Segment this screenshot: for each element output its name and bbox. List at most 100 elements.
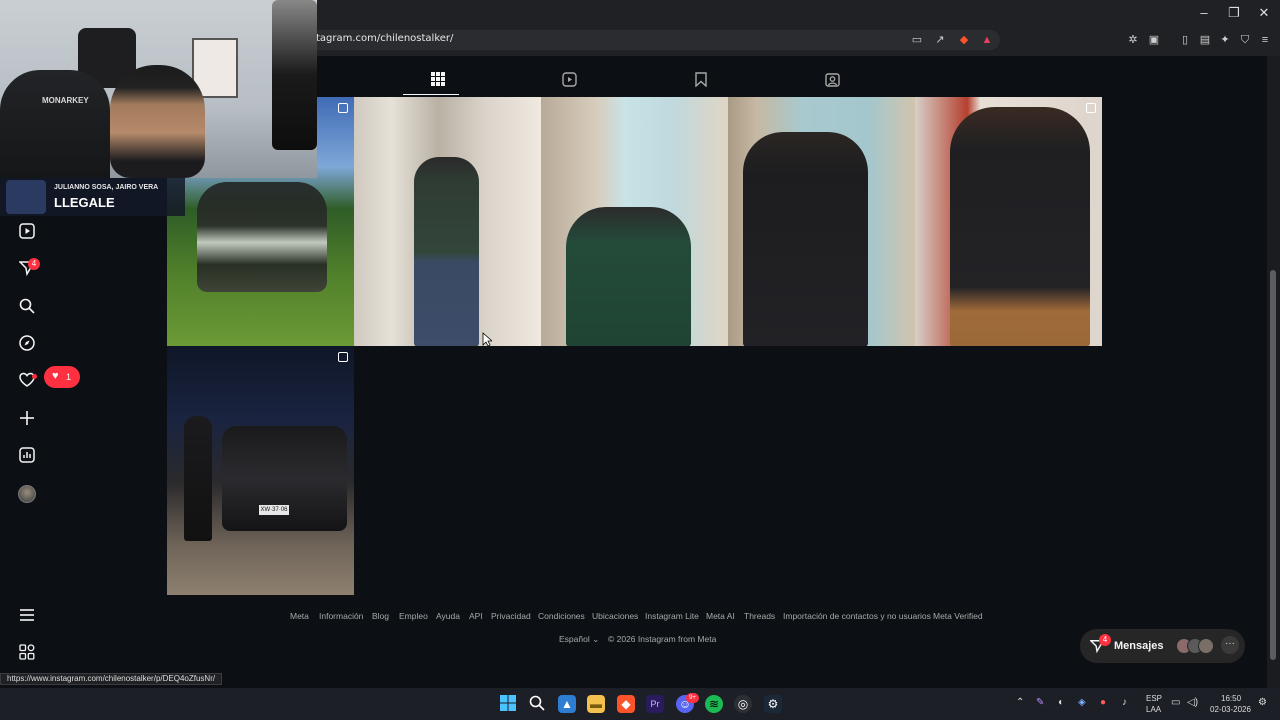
footer-link-blog[interactable]: Blog xyxy=(372,611,389,621)
start-button[interactable] xyxy=(499,695,517,713)
app-icon[interactable]: ◎ xyxy=(734,695,752,713)
chair-brand: MONARKEY xyxy=(42,96,89,105)
likes-popup[interactable]: ♥ 1 xyxy=(44,366,80,388)
sidebar-search[interactable] xyxy=(18,298,36,316)
share-icon[interactable]: ↗ xyxy=(933,33,947,47)
footer-link-meta-verified[interactable]: Meta Verified xyxy=(933,611,983,621)
brave-browser-icon[interactable]: ◆ xyxy=(617,695,635,713)
search-icon xyxy=(19,298,35,314)
person xyxy=(184,416,212,541)
settings-icon[interactable]: ⚙ xyxy=(1258,697,1267,708)
post-mirror-selfie-4[interactable] xyxy=(915,97,1102,346)
sidebar-dashboard[interactable] xyxy=(18,447,36,465)
footer-link-ubicaciones[interactable]: Ubicaciones xyxy=(592,611,638,621)
brave-rewards-icon[interactable]: ▲ xyxy=(980,33,994,47)
more-options-icon[interactable]: ··· xyxy=(1221,636,1239,654)
sidebar-create[interactable] xyxy=(18,410,36,428)
hamburger-menu-icon xyxy=(20,609,34,621)
pen-icon[interactable]: ✎ xyxy=(1036,697,1044,708)
language-selector[interactable]: Español ⌄ xyxy=(559,634,599,645)
extension-icon[interactable]: ▣ xyxy=(1147,33,1161,47)
streamer xyxy=(110,65,205,178)
sidebar-reels[interactable] xyxy=(18,223,36,241)
alert-names: JULIANNO SOSA, JAIRO VERA xyxy=(54,184,159,191)
search-icon xyxy=(529,695,545,711)
menu-icon[interactable]: ≡ xyxy=(1258,33,1272,47)
taskbar xyxy=(0,688,1280,720)
notification-dot xyxy=(32,374,37,379)
wallet-icon[interactable]: ▤ xyxy=(1198,33,1212,47)
extensions-icon[interactable]: ✲ xyxy=(1126,33,1140,47)
clock-time[interactable]: 16:50 xyxy=(1221,694,1241,703)
clock-date[interactable]: 02-03-2026 xyxy=(1210,705,1251,714)
close-window-button[interactable]: ✕ xyxy=(1249,4,1279,22)
footer-link-instagram-lite[interactable]: Instagram Lite xyxy=(645,611,699,621)
cast-icon[interactable]: ▭ xyxy=(910,33,924,47)
tab-tagged[interactable] xyxy=(824,72,840,88)
footer-link-meta[interactable]: Meta xyxy=(290,611,309,621)
premiere-pro-icon[interactable]: Pr xyxy=(646,695,664,713)
footer-link-informacion[interactable]: Información xyxy=(319,611,363,621)
alert-overlay: JULIANNO SOSA, JAIRO VERA LLEGALE xyxy=(0,178,185,216)
photos-app-icon[interactable]: ▲ xyxy=(558,695,576,713)
post-mirror-selfie-3[interactable] xyxy=(728,97,915,346)
volume-icon[interactable]: ◁) xyxy=(1187,697,1198,708)
car xyxy=(222,426,347,531)
post-mirror-selfie-2[interactable] xyxy=(541,97,728,346)
vpn-icon[interactable]: ⛉ xyxy=(1238,33,1252,47)
brave-shield-icon[interactable]: ◆ xyxy=(957,33,971,47)
input-language-top[interactable]: ESP xyxy=(1146,694,1162,703)
network-icon[interactable]: ▭ xyxy=(1171,697,1180,708)
mouse-cursor xyxy=(482,332,492,347)
footer-link-ayuda[interactable]: Ayuda xyxy=(436,611,460,621)
sidebar-explore[interactable] xyxy=(18,335,36,353)
alert-message: LLEGALE xyxy=(54,195,115,210)
tab-reels[interactable] xyxy=(561,72,577,88)
reels-icon xyxy=(561,72,577,87)
multiple-photos-icon xyxy=(338,103,348,113)
language-label: Español xyxy=(559,634,590,644)
tab-posts-grid[interactable] xyxy=(430,72,446,88)
microphone-icon[interactable]: ♪ xyxy=(1122,697,1127,708)
sidebar-more[interactable] xyxy=(18,607,36,625)
footer-link-api[interactable]: API xyxy=(469,611,483,621)
headphones-icon[interactable]: ◖ xyxy=(1057,697,1063,708)
leo-ai-icon[interactable]: ✦ xyxy=(1218,33,1232,47)
footer-link-empleo[interactable]: Empleo xyxy=(399,611,428,621)
status-bar-url: https://www.instagram.com/chilenostalker… xyxy=(0,673,223,685)
sidebar-also-from-meta[interactable] xyxy=(18,644,36,662)
steam-icon[interactable]: ⚙ xyxy=(764,695,782,713)
footer-link-contact-import[interactable]: Importación de contactos y no usuarios xyxy=(783,611,931,621)
footer-link-meta-ai[interactable]: Meta AI xyxy=(706,611,735,621)
notifications-badge: 4 xyxy=(28,258,40,270)
messages-pill[interactable]: 4 Mensajes ··· xyxy=(1080,629,1245,663)
file-explorer-icon[interactable]: ▬ xyxy=(587,695,605,713)
post-car-photo[interactable]: XW·37·06 xyxy=(167,346,354,595)
footer-link-threads[interactable]: Threads xyxy=(744,611,775,621)
apps-grid-icon xyxy=(19,644,35,660)
taskbar-search[interactable] xyxy=(528,695,546,713)
reels-icon xyxy=(19,223,35,239)
messages-badge: 4 xyxy=(1099,634,1111,646)
compass-icon xyxy=(19,335,35,351)
spotify-icon[interactable]: ≋ xyxy=(705,695,723,713)
chevron-down-icon: ⌄ xyxy=(592,634,600,644)
sidebar-toggle-icon[interactable]: ▯ xyxy=(1178,33,1192,47)
profile-avatar[interactable] xyxy=(18,485,36,503)
post-mirror-selfie-1[interactable] xyxy=(354,97,541,346)
url-text[interactable]: tagram.com/chilenostalker/ xyxy=(316,33,453,44)
scrollbar-thumb[interactable] xyxy=(1270,270,1276,660)
footer-link-privacidad[interactable]: Privacidad xyxy=(491,611,531,621)
maximize-button[interactable]: ❐ xyxy=(1219,4,1249,22)
input-language-bottom[interactable]: LAA xyxy=(1146,705,1161,714)
footer-link-condiciones[interactable]: Condiciones xyxy=(538,611,585,621)
gaming-chair xyxy=(0,70,110,178)
chevron-up-icon[interactable]: ⌃ xyxy=(1016,697,1024,708)
multiple-photos-icon xyxy=(1086,103,1096,113)
license-plate: XW·37·06 xyxy=(259,505,289,515)
minimize-button[interactable]: – xyxy=(1189,4,1219,22)
avatar xyxy=(1198,638,1214,654)
tray-app-icon[interactable]: ● xyxy=(1100,697,1106,708)
tab-saved[interactable] xyxy=(693,72,709,88)
steam-tray-icon[interactable]: ◈ xyxy=(1078,697,1086,708)
